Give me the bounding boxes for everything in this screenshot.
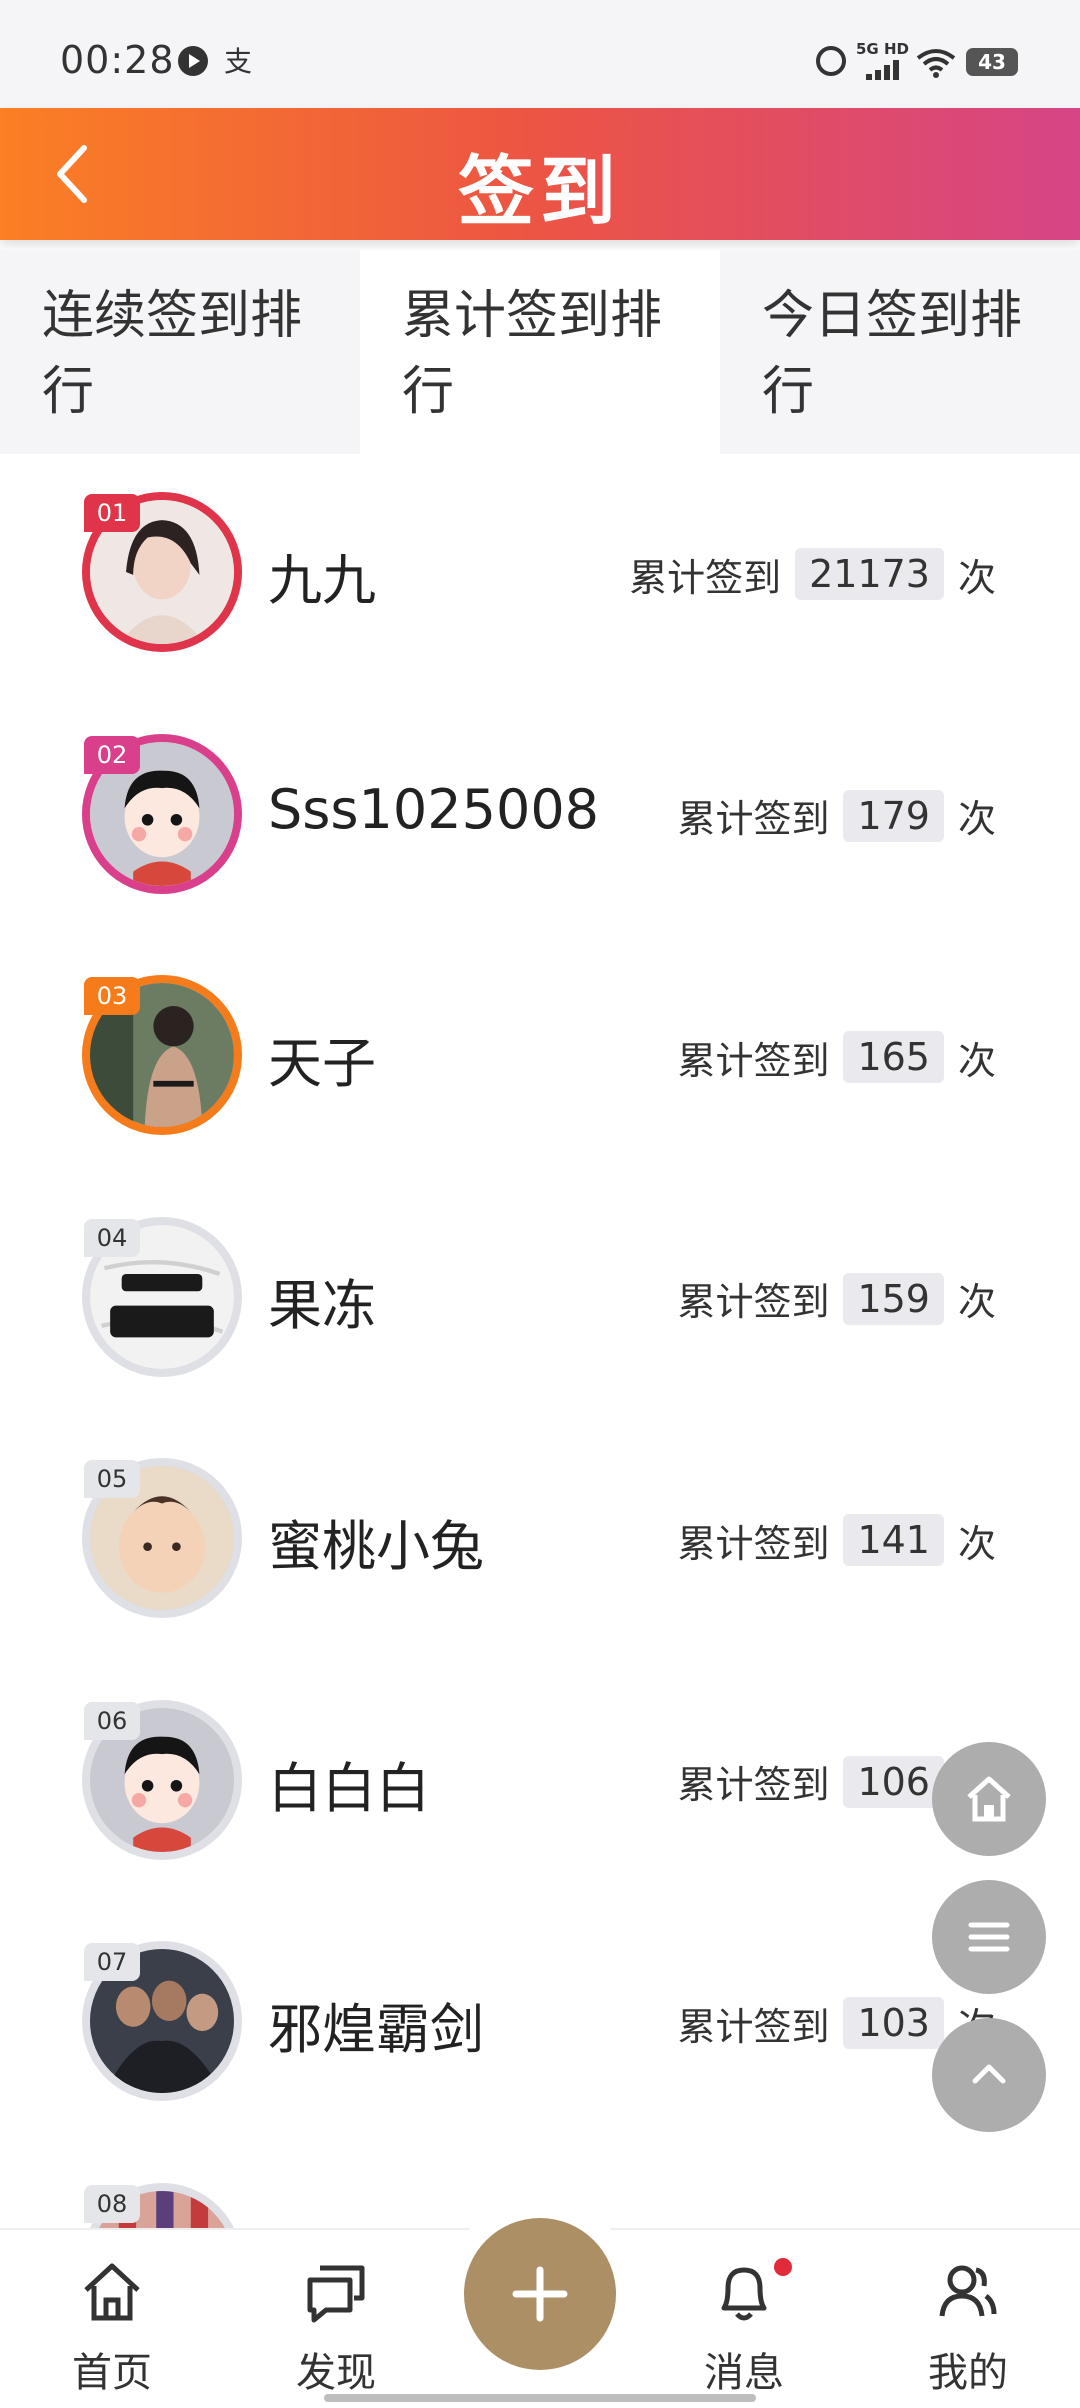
tab-bar: 连续签到排行 累计签到排行 今日签到排行 (0, 250, 1080, 454)
stat-unit: 次 (957, 555, 996, 600)
checkin-count: 165 (843, 1031, 944, 1083)
play-icon (178, 46, 208, 76)
ranking-row[interactable]: 06 白白白 累计签到 106 次 (0, 1662, 1080, 1904)
home-indicator[interactable] (324, 2394, 756, 2402)
user-name: 蜜桃小兔 (268, 1515, 484, 1578)
ranking-row[interactable]: 03 天子 累计签到 165 次 (0, 937, 1080, 1179)
rank-badge: 05 (84, 1460, 140, 1498)
ranking-row[interactable]: 05 蜜桃小兔 累计签到 141 次 (0, 1420, 1080, 1662)
nav-home[interactable]: 首页 (32, 2230, 192, 2408)
stat-unit: 次 (957, 1038, 996, 1083)
rank-badge: 06 (84, 1701, 140, 1740)
stat-label: 累计签到 (677, 1280, 830, 1324)
chevron-up-icon (972, 2064, 1006, 2084)
stat-unit: 次 (957, 1280, 996, 1324)
header-bar: 签到 (0, 108, 1080, 240)
nav-me[interactable]: 我的 (888, 2230, 1048, 2408)
pay-icon: 支 (224, 45, 253, 78)
plus-icon (512, 2266, 568, 2322)
nav-messages[interactable]: 消息 (664, 2230, 824, 2408)
user-name: 天子 (268, 1032, 376, 1095)
alarm-icon (816, 46, 846, 76)
rank-badge: 01 (84, 494, 140, 532)
checkin-count: 21173 (795, 548, 944, 600)
status-time: 00:28 (60, 38, 175, 82)
checkin-stat: 累计签到 159 次 (677, 1271, 996, 1327)
checkin-count: 141 (843, 1514, 944, 1566)
nav-label: 我的 (928, 2350, 1008, 2396)
page-title: 签到 (458, 147, 622, 236)
stat-label: 累计签到 (677, 1521, 830, 1566)
stat-unit: 次 (957, 1521, 996, 1566)
user-icon (939, 2265, 997, 2317)
nav-label: 发现 (296, 2350, 376, 2396)
notification-dot (774, 2258, 792, 2276)
ranking-list: 01 九九 累计签到 21173 次 02 Sss1025008 累计签到 17… (0, 454, 1080, 2386)
chat-icon (307, 2265, 365, 2323)
home-icon (967, 1776, 1011, 1822)
bell-icon (721, 2267, 767, 2321)
menu-icon (968, 1922, 1010, 1952)
stat-label: 累计签到 (677, 797, 830, 841)
bottom-nav: 首页 发现 消息 我的 (0, 2198, 1080, 2408)
stat-unit: 次 (957, 797, 996, 841)
checkin-stat: 累计签到 21173 次 (629, 546, 996, 602)
network-label: 5G HD (856, 40, 909, 58)
wifi-icon (916, 49, 956, 78)
checkin-stat: 累计签到 165 次 (677, 1029, 996, 1085)
checkin-count: 106 (843, 1755, 944, 1808)
nav-label: 消息 (704, 2350, 784, 2396)
rank-badge: 02 (84, 735, 140, 774)
user-name: 果冻 (268, 1273, 376, 1337)
rank-badge: 04 (84, 1218, 140, 1257)
tab-today-ranking[interactable]: 今日签到排行 (720, 250, 1080, 454)
stat-label: 累计签到 (677, 1763, 830, 1807)
add-button[interactable] (464, 2218, 616, 2370)
checkin-count: 159 (843, 1272, 944, 1325)
checkin-stat: 累计签到 141 次 (677, 1512, 996, 1568)
checkin-stat: 累计签到 179 次 (677, 788, 996, 844)
signal-icon (866, 58, 906, 80)
home-fab[interactable] (932, 1742, 1046, 1856)
ranking-row[interactable]: 01 九九 累计签到 21173 次 (0, 454, 1080, 696)
user-name: Sss1025008 (268, 777, 600, 841)
ranking-row[interactable]: 07 邪煌霸剑 累计签到 103 次 (0, 1903, 1080, 2145)
user-name: 白白白 (268, 1756, 430, 1820)
home-icon (84, 2263, 140, 2321)
stat-label: 累计签到 (677, 2004, 830, 2049)
ranking-row[interactable]: 04 果冻 累计签到 159 次 (0, 1179, 1080, 1421)
battery-icon: 43 (966, 48, 1018, 76)
scroll-top-fab[interactable] (932, 2018, 1046, 2132)
menu-fab[interactable] (932, 1880, 1046, 1994)
stat-label: 累计签到 (677, 1038, 830, 1083)
ranking-row[interactable]: 02 Sss1025008 累计签到 179 次 (0, 696, 1080, 938)
rank-badge: 08 (84, 2184, 140, 2223)
nav-label: 首页 (72, 2350, 152, 2396)
rank-badge: 07 (84, 1943, 140, 1981)
user-name: 邪煌霸剑 (268, 1998, 484, 2061)
tab-total-ranking[interactable]: 累计签到排行 (360, 250, 720, 454)
status-bar: 00:28 支 5G HD 43 (0, 0, 1080, 108)
checkin-count: 179 (843, 789, 944, 842)
tab-continuous-ranking[interactable]: 连续签到排行 (0, 250, 360, 454)
checkin-count: 103 (843, 1997, 944, 2049)
stat-label: 累计签到 (629, 555, 782, 600)
user-name: 九九 (268, 549, 376, 612)
nav-discover[interactable]: 发现 (256, 2230, 416, 2408)
rank-badge: 03 (84, 977, 140, 1015)
